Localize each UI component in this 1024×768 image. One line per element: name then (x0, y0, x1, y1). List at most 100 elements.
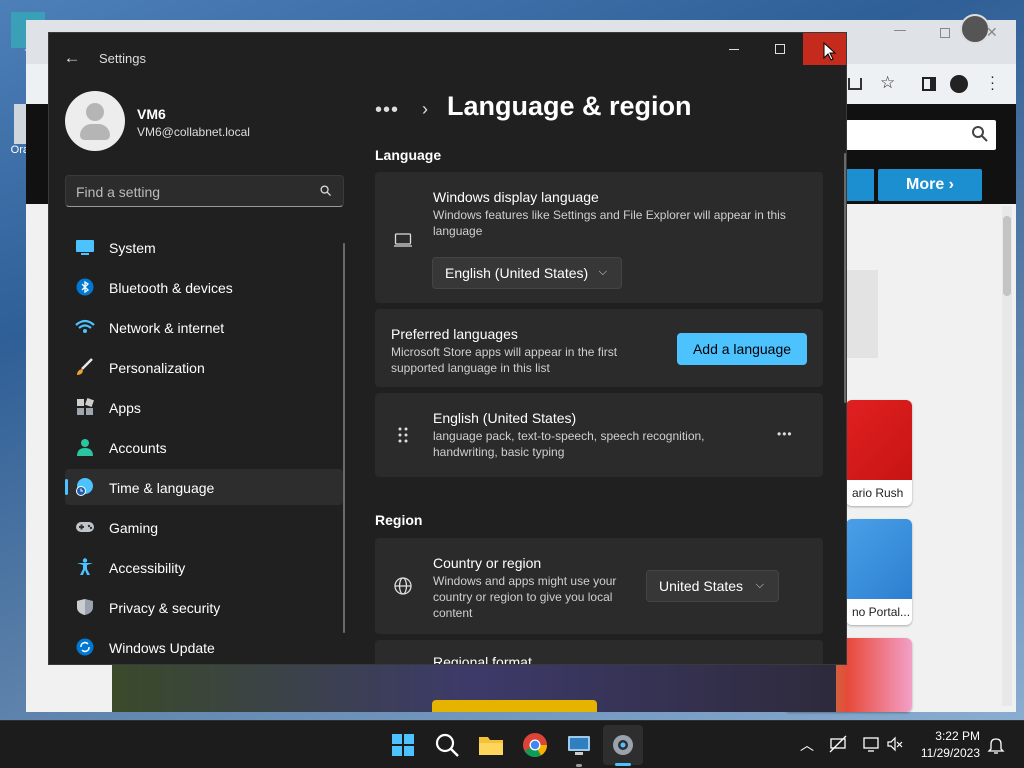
menu-kebab-icon[interactable]: · · · (990, 69, 995, 96)
game-card-2-image (846, 519, 912, 599)
accessibility-icon (77, 558, 93, 575)
apps-icon (77, 398, 94, 415)
add-language-button[interactable]: Add a language (677, 333, 807, 365)
chevron-down-icon: ⌵ (755, 579, 764, 591)
laptop-icon (394, 233, 412, 247)
breadcrumb-chevron-icon: › (422, 99, 428, 119)
more-options-button[interactable]: ••• (777, 427, 793, 441)
sidebar-item-accessibility[interactable]: Accessibility (65, 549, 343, 585)
game-card-1-image (846, 400, 912, 480)
browser-maximize-icon[interactable] (940, 28, 950, 38)
game-card-1-caption: ario Rush (852, 486, 904, 500)
more-button[interactable]: More › (878, 169, 982, 201)
breadcrumb-overflow-button[interactable]: ••• (375, 99, 399, 122)
tray-overflow-chevron-icon[interactable]: ︿ (800, 735, 814, 755)
remote-desktop-running-indicator (576, 764, 582, 767)
clock-time[interactable]: 3:22 PM (935, 729, 980, 743)
sidebar-item-bluetooth[interactable]: Bluetooth & devices (65, 269, 343, 305)
sidebar-item-label: Privacy & security (109, 600, 221, 616)
sidebar-item-accounts[interactable]: Accounts (65, 429, 343, 465)
title-bar[interactable]: ← Settings (49, 33, 846, 81)
sidebar-item-personalization[interactable]: Personalization (65, 349, 343, 385)
site-search-box[interactable] (846, 120, 996, 150)
user-name: VM6 (137, 106, 166, 122)
globe-clock-icon (76, 478, 93, 496)
site-banner-placeholder (846, 270, 878, 358)
back-arrow-icon[interactable]: ← (61, 47, 83, 69)
section-title-language: Language (375, 147, 442, 163)
search-icon[interactable] (433, 731, 461, 759)
network-offline-icon[interactable] (829, 735, 847, 753)
sidebar-item-label: Bluetooth & devices (109, 280, 233, 296)
chrome-icon[interactable] (521, 731, 549, 759)
search-placeholder: Find a setting (76, 184, 161, 200)
sidebar-item-windows-update[interactable]: Windows Update (65, 629, 343, 664)
avatar-head (86, 103, 104, 121)
regional-format-title: Regional format (433, 654, 532, 665)
profile-icon[interactable] (950, 75, 968, 93)
bookmark-star-icon[interactable]: ☆ (880, 73, 895, 93)
browser-scrollbar-thumb[interactable] (1003, 216, 1011, 296)
brush-icon (77, 358, 93, 375)
taskbar: ︿ 3:22 PM 11/29/2023 (0, 720, 1024, 768)
user-email: VM6@collabnet.local (137, 125, 250, 139)
notification-bell-icon[interactable] (987, 736, 1005, 754)
display-language-card: Windows display language Windows feature… (375, 172, 823, 303)
preferred-languages-desc: Microsoft Store apps will appear in the … (391, 345, 618, 375)
sidebar-item-system[interactable]: System (65, 229, 343, 265)
volume-muted-icon[interactable] (886, 735, 904, 753)
maximize-icon (775, 44, 785, 54)
sidebar-item-privacy[interactable]: Privacy & security (65, 589, 343, 625)
browser-scrollbar[interactable] (1002, 206, 1012, 706)
country-region-value: United States (659, 578, 744, 594)
file-explorer-icon[interactable] (477, 731, 505, 759)
maximize-button[interactable] (757, 33, 803, 65)
shield-icon (77, 599, 93, 615)
display-icon[interactable] (862, 735, 880, 753)
site-nav-tab[interactable] (846, 169, 874, 201)
regional-format-card[interactable]: Regional format (375, 640, 823, 665)
window-title: Settings (99, 51, 146, 66)
close-button[interactable] (803, 33, 846, 65)
display-language-value: English (United States) (445, 265, 589, 281)
browser-close-icon[interactable]: ✕ (986, 24, 998, 41)
section-title-region: Region (375, 512, 423, 528)
globe-icon (394, 577, 412, 595)
search-input[interactable]: Find a setting (65, 175, 344, 207)
clock-date[interactable]: 11/29/2023 (921, 746, 980, 760)
country-region-dropdown[interactable]: United States ⌵ (646, 570, 779, 602)
site-footer-yellow-button[interactable] (432, 700, 597, 712)
minimize-button[interactable] (711, 33, 757, 65)
update-icon (76, 638, 94, 656)
sidebar-item-label: Gaming (109, 520, 159, 536)
display-language-dropdown[interactable]: English (United States) ⌵ (432, 257, 622, 289)
minimize-icon (729, 48, 739, 50)
sidebar-item-gaming[interactable]: Gaming (65, 509, 343, 545)
settings-taskbar-button[interactable] (603, 725, 643, 766)
drag-handle-icon[interactable] (393, 425, 413, 445)
preferred-languages-card: Preferred languages Microsoft Store apps… (375, 309, 823, 387)
display-language-title: Windows display language (433, 189, 599, 205)
browser-minimize-icon[interactable] (894, 30, 906, 31)
sidebar-item-time-language[interactable]: Time & language (65, 469, 343, 505)
sidebar-item-label: Accessibility (109, 560, 186, 576)
share-icon[interactable] (848, 78, 862, 90)
side-panel-icon[interactable] (922, 77, 936, 91)
wifi-icon (75, 319, 95, 333)
content-scrollbar[interactable] (844, 153, 846, 403)
sidebar-item-apps[interactable]: Apps (65, 389, 343, 425)
remote-desktop-icon[interactable] (565, 731, 593, 759)
sidebar-item-network[interactable]: Network & internet (65, 309, 343, 345)
sidebar-item-label: Accounts (109, 440, 167, 456)
game-card-2[interactable]: no Portal... (846, 519, 912, 625)
language-entry-english-us[interactable]: English (United States) language pack, t… (375, 393, 823, 477)
accounts-icon (77, 439, 93, 456)
start-icon[interactable] (389, 731, 417, 759)
game-card-1[interactable]: ario Rush (846, 400, 912, 506)
avatar[interactable] (65, 91, 125, 151)
settings-window[interactable]: ← Settings VM6 VM6@collabnet.local Find … (48, 32, 847, 665)
selection-indicator (65, 479, 68, 495)
sidebar-item-label: Apps (109, 400, 141, 416)
sidebar-scrollbar[interactable] (343, 243, 345, 633)
country-region-title: Country or region (433, 555, 542, 571)
